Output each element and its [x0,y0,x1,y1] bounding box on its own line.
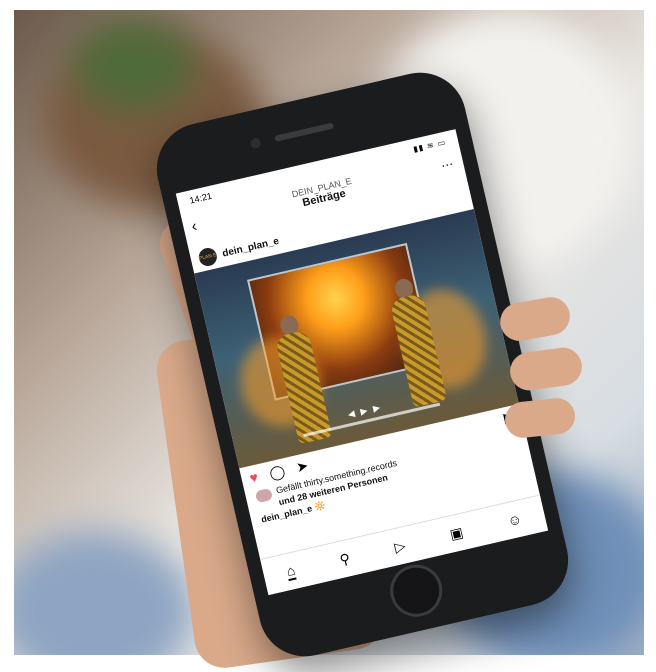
heart-icon[interactable]: ♥ [248,469,260,486]
reels-icon[interactable]: ▷ [393,537,407,556]
comment-icon[interactable]: ◯ [268,462,287,482]
home-icon[interactable]: ⌂ [284,561,298,582]
avatar[interactable]: PLAN E [197,246,219,268]
profile-icon[interactable]: ☺ [506,510,524,529]
home-button[interactable] [385,559,448,622]
share-icon[interactable]: ➤ [295,457,310,476]
liker-avatars [254,487,274,504]
earpiece-speaker [274,122,335,142]
status-time: 14:21 [188,190,213,206]
search-icon[interactable]: ⚲ [338,550,352,569]
phone-screen: 14:21 ▮▮ ≋ ▭ ‹ DEIN_PLAN_E Beiträge ⋯ PL… [175,129,549,596]
shop-icon[interactable]: ▣ [448,523,465,543]
front-camera [249,137,262,150]
status-icons: ▮▮ ≋ ▭ [412,137,447,154]
